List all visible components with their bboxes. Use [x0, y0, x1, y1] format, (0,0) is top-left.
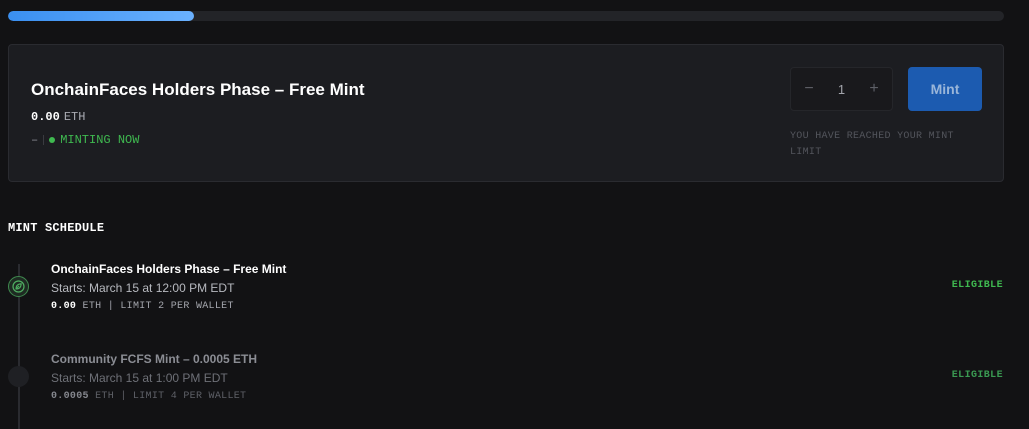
- schedule-item-start: Starts: March 15 at 12:00 PM EDT: [51, 281, 235, 295]
- schedule-item-limit: ETH | LIMIT 2 PER WALLET: [82, 301, 234, 312]
- schedule-item-meta: 0.0005 ETH | LIMIT 4 PER WALLET: [51, 391, 1011, 402]
- increment-button[interactable]: +: [866, 80, 882, 98]
- schedule-item-title: OnchainFaces Holders Phase – Free Mint: [51, 262, 287, 276]
- mint-limit-note: YOU HAVE REACHED YOUR MINT LIMIT: [790, 131, 954, 158]
- schedule-item-price: 0.00: [51, 301, 77, 312]
- schedule-item-meta: 0.00 ETH | LIMIT 2 PER WALLET: [51, 301, 1011, 312]
- quantity-stepper[interactable]: − 1 +: [790, 67, 893, 111]
- current-phase-card: OnchainFaces Holders Phase – Free Mint 0…: [8, 44, 1004, 182]
- schedule-item: OnchainFaces Holders Phase – Free Mint S…: [51, 262, 1011, 312]
- status-dot: [49, 137, 56, 143]
- schedule-item-start: Starts: March 15 at 1:00 PM EDT: [51, 371, 228, 385]
- phase-dash: –: [31, 133, 39, 147]
- schedule-item-price: 0.0005: [51, 391, 89, 402]
- mint-progress-fill: [8, 11, 195, 21]
- mint-progress-bar: [8, 11, 1004, 21]
- schedule-item: Community FCFS Mint – 0.0005 ETH Starts:…: [51, 352, 1011, 402]
- decrement-button[interactable]: −: [801, 80, 817, 98]
- phase-price-unit: ETH: [63, 110, 86, 124]
- eligibility-badge: ELIGIBLE: [951, 280, 1003, 291]
- timeline-node-active: [8, 276, 29, 297]
- minting-status: MINTING NOW: [60, 133, 140, 147]
- timeline-node-inactive: [8, 366, 29, 387]
- quantity-value: 1: [837, 81, 846, 97]
- phase-price: 0.00 ETH: [31, 110, 85, 124]
- divider: [43, 135, 45, 145]
- mint-button[interactable]: Mint: [908, 67, 982, 111]
- schedule-item-limit: ETH | LIMIT 4 PER WALLET: [95, 391, 247, 402]
- schedule-item-title: Community FCFS Mint – 0.0005 ETH: [51, 352, 258, 366]
- phase-title: OnchainFaces Holders Phase – Free Mint: [31, 80, 365, 99]
- eligibility-badge: ELIGIBLE: [951, 370, 1003, 381]
- phase-status-row: – MINTING NOW: [31, 133, 139, 147]
- leaf-icon: [12, 280, 25, 293]
- phase-price-amount: 0.00: [31, 110, 60, 124]
- mint-schedule-heading: MINT SCHEDULE: [8, 221, 105, 235]
